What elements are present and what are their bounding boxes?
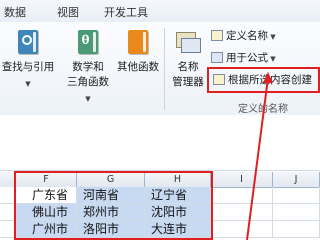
arrow-head (263, 72, 273, 83)
arrow-line (246, 77, 269, 240)
annotation-arrow (246, 72, 273, 240)
